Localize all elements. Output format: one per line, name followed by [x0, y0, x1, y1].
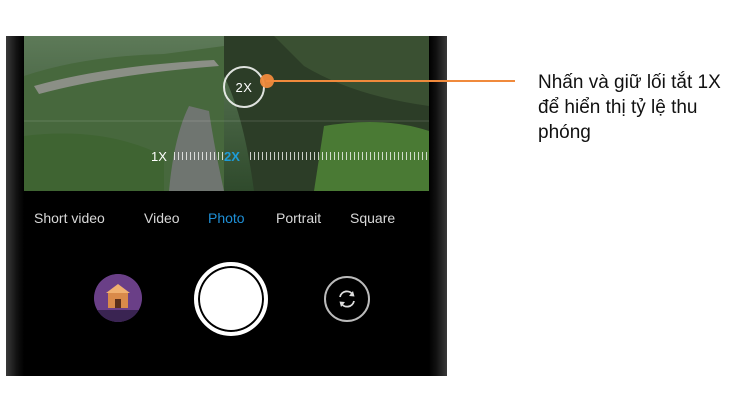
zoom-ruler-tick [298, 152, 299, 160]
zoom-ruler-tick [382, 152, 383, 160]
callout-line [266, 80, 515, 82]
camera-viewfinder[interactable]: 2X 1X 2X [24, 36, 429, 191]
zoom-ruler-tick [414, 152, 415, 160]
zoom-ruler-tick [406, 152, 407, 160]
mode-square[interactable]: Square [350, 210, 395, 226]
phone-right-edge [429, 36, 447, 376]
zoom-ruler-tick [250, 152, 251, 160]
zoom-1x-label[interactable]: 1X [151, 149, 167, 164]
zoom-ruler-tick [182, 152, 183, 160]
zoom-ruler-tick [194, 152, 195, 160]
phone-left-edge [6, 36, 24, 376]
zoom-ruler-tick [282, 152, 283, 160]
phone-screen: 2X 1X 2X Short video Video Photo Portrai… [6, 36, 447, 376]
zoom-ruler-tick [350, 152, 351, 160]
zoom-ruler-tick [402, 152, 403, 160]
zoom-ruler-tick [294, 152, 295, 160]
annotation-text: Nhấn và giữ lối tắt 1X để hiển thị tỷ lệ… [538, 72, 721, 143]
zoom-ruler-tick [398, 152, 399, 160]
zoom-circle-label: 2X [235, 79, 253, 95]
zoom-ruler-tick [378, 152, 379, 160]
zoom-ruler[interactable] [174, 150, 429, 164]
zoom-ruler-tick [266, 152, 267, 160]
zoom-ruler-tick [198, 152, 199, 160]
zoom-ruler-tick [274, 152, 275, 160]
zoom-ruler-tick [386, 152, 387, 160]
zoom-shortcut-indicator[interactable]: 2X [223, 66, 265, 108]
gallery-image-icon [94, 274, 142, 322]
zoom-ruler-tick [338, 152, 339, 160]
zoom-ruler-tick [370, 152, 371, 160]
zoom-ruler-tick [210, 152, 211, 160]
zoom-ruler-tick [390, 152, 391, 160]
zoom-ruler-tick [394, 152, 395, 160]
mode-video[interactable]: Video [144, 210, 180, 226]
zoom-ruler-tick [278, 152, 279, 160]
zoom-ruler-tick [346, 152, 347, 160]
mode-photo[interactable]: Photo [208, 210, 245, 226]
mode-short-video[interactable]: Short video [34, 210, 105, 226]
zoom-ruler-tick [186, 152, 187, 160]
zoom-ruler-tick [342, 152, 343, 160]
camera-mode-bar: Short video Video Photo Portrait Square [24, 210, 429, 230]
zoom-ruler-tick [290, 152, 291, 160]
zoom-ruler-tick [222, 152, 223, 160]
zoom-ruler-tick [334, 152, 335, 160]
zoom-ruler-tick [306, 152, 307, 160]
zoom-ruler-tick [190, 152, 191, 160]
viewfinder-scene [24, 36, 429, 191]
zoom-ruler-tick [426, 152, 427, 160]
zoom-ruler-tick [258, 152, 259, 160]
zoom-ruler-tick [318, 152, 319, 160]
zoom-ruler-tick [322, 152, 323, 160]
zoom-ruler-tick [366, 152, 367, 160]
zoom-ruler-tick [174, 152, 175, 160]
zoom-ruler-tick [314, 152, 315, 160]
zoom-ruler-tick [218, 152, 219, 160]
mode-portrait[interactable]: Portrait [276, 210, 321, 226]
zoom-ruler-tick [214, 152, 215, 160]
zoom-ruler-tick [410, 152, 411, 160]
zoom-ruler-tick [310, 152, 311, 160]
zoom-ruler-tick [302, 152, 303, 160]
zoom-ruler-tick [206, 152, 207, 160]
zoom-ruler-tick [422, 152, 423, 160]
shutter-button[interactable] [194, 262, 268, 336]
callout-touch-point [260, 74, 274, 88]
zoom-ruler-tick [286, 152, 287, 160]
zoom-ruler-tick [358, 152, 359, 160]
switch-camera-button[interactable] [324, 276, 370, 322]
zoom-ruler-tick [330, 152, 331, 160]
zoom-ruler-tick [326, 152, 327, 160]
zoom-ruler-tick [354, 152, 355, 160]
zoom-ruler-tick [254, 152, 255, 160]
zoom-ruler-tick [202, 152, 203, 160]
zoom-ruler-tick [418, 152, 419, 160]
zoom-ruler-tick [270, 152, 271, 160]
zoom-ruler-tick [374, 152, 375, 160]
zoom-ruler-tick [362, 152, 363, 160]
zoom-ruler-tick [262, 152, 263, 160]
gallery-thumbnail[interactable] [94, 274, 142, 322]
zoom-ruler-tick [178, 152, 179, 160]
camera-switch-icon [339, 290, 355, 308]
